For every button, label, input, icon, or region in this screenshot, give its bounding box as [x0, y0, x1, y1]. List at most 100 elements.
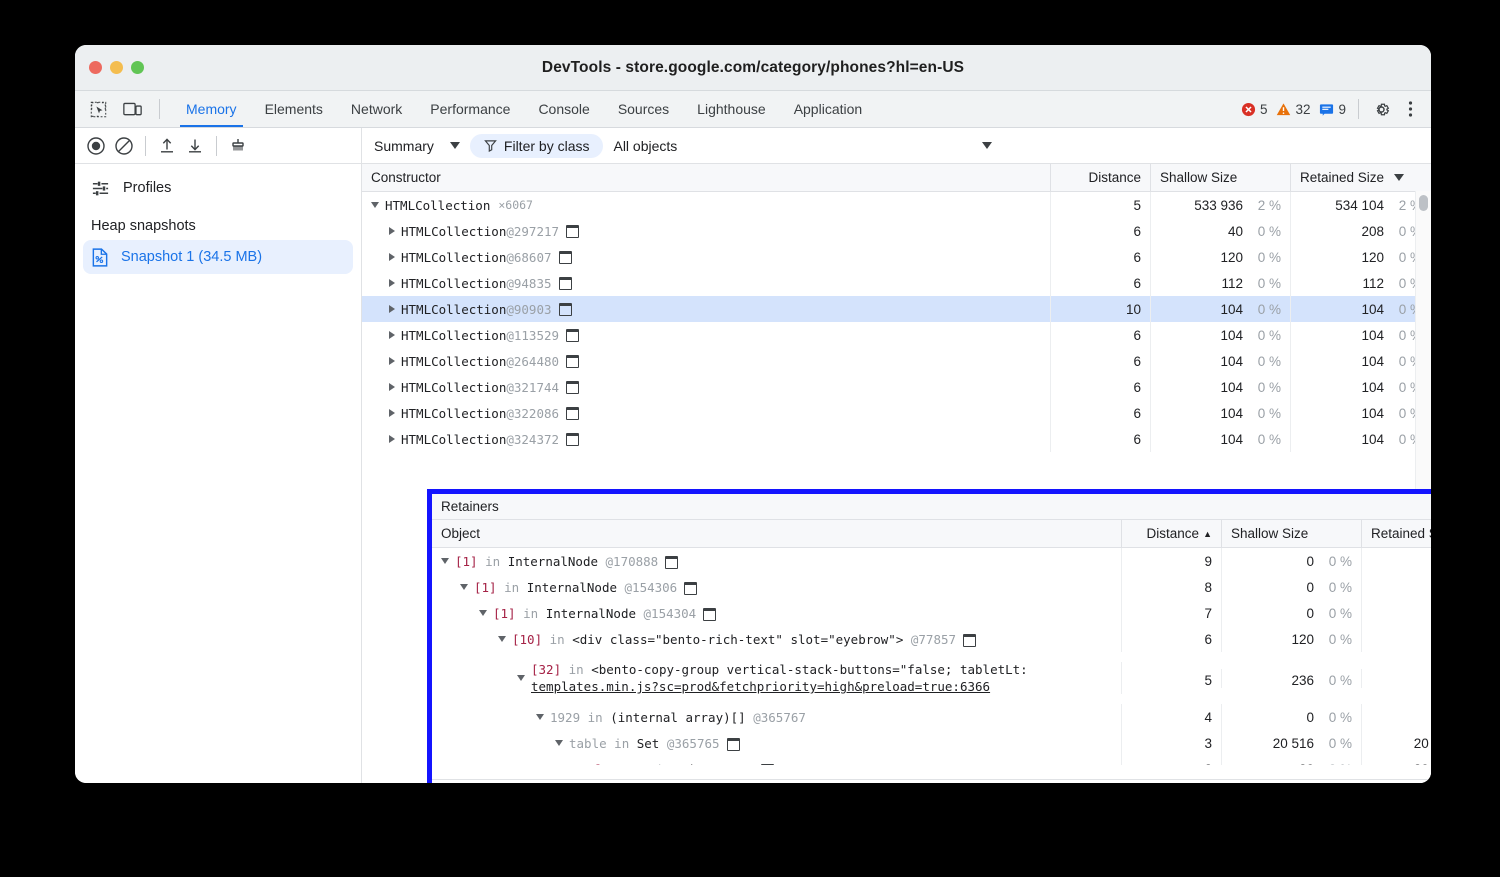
column-header-retained-size[interactable]: Retained Size	[1291, 164, 1431, 191]
tab-sources[interactable]: Sources	[604, 91, 683, 127]
more-vertical-icon[interactable]	[1397, 96, 1423, 122]
triangle-down-icon[interactable]	[498, 636, 506, 642]
distance-cell: 5	[1051, 192, 1151, 218]
triangle-down-icon[interactable]	[479, 610, 487, 616]
value: 0	[1306, 606, 1314, 621]
table-row[interactable]: HTMLCollection @2972176400 %2080 %	[362, 218, 1431, 244]
value: 0	[1306, 554, 1314, 569]
value: 208	[1361, 224, 1384, 239]
message-badge[interactable]: 9	[1316, 102, 1349, 117]
view-select[interactable]: Summary	[374, 138, 460, 154]
triangle-right-icon[interactable]	[389, 331, 395, 339]
window-badge-icon	[566, 381, 579, 394]
value: 104	[1361, 380, 1384, 395]
triangle-right-icon[interactable]	[389, 227, 395, 235]
objects-select-chevron-down-icon[interactable]	[982, 142, 992, 149]
constructors-scroll-thumb[interactable]	[1419, 195, 1428, 211]
percent: 0 %	[1253, 354, 1281, 369]
triangle-right-icon[interactable]	[389, 435, 395, 443]
column-header-retained-size-label: Retained Size	[1300, 170, 1384, 185]
retainer-distance-cell: 6	[1122, 626, 1222, 652]
table-row[interactable]: HTMLCollection @9483561120 %1120 %	[362, 270, 1431, 296]
retainer-row[interactable]: [1] in InternalNode @170888900 %1040 %	[432, 548, 1431, 574]
triangle-right-icon[interactable]	[389, 409, 395, 417]
table-row[interactable]: HTMLCollection @26448061040 %1040 %	[362, 348, 1431, 374]
triangle-right-icon[interactable]	[389, 279, 395, 287]
triangle-down-icon[interactable]	[441, 558, 449, 564]
chevron-down-icon	[450, 142, 460, 149]
clear-icon[interactable]	[111, 133, 137, 159]
triangle-down-icon[interactable]	[517, 675, 525, 681]
retainer-row[interactable]: elements in Bd @2443172200 %20 7320 %	[432, 756, 1431, 765]
value: 120	[1291, 632, 1314, 647]
source-link[interactable]: templates.min.js?sc=prod&fetchpriority=h…	[531, 679, 1028, 694]
collect-garbage-icon[interactable]	[225, 133, 251, 159]
device-toolbar-icon[interactable]	[119, 96, 145, 122]
constructor-label: HTMLCollection	[401, 380, 506, 395]
tab-application[interactable]: Application	[780, 91, 877, 127]
column-header-distance[interactable]: Distance	[1051, 164, 1151, 191]
retainer-row[interactable]: 1929 in (internal array)[] @365767400 %0…	[432, 704, 1431, 730]
column-header-shallow-size[interactable]: Shallow Size	[1151, 164, 1291, 191]
percent: 0 %	[1324, 710, 1352, 725]
column-header-ret-retained-size[interactable]: Retained Size	[1362, 520, 1431, 547]
shallow-size-cell: 1040 %	[1151, 296, 1291, 322]
table-row[interactable]: HTMLCollection @32174461040 %1040 %	[362, 374, 1431, 400]
retainer-name-wrap: [1] in InternalNode @170888	[455, 554, 678, 569]
window-badge-icon	[727, 738, 740, 751]
objects-select-value[interactable]: All objects	[613, 138, 677, 154]
tab-network[interactable]: Network	[337, 91, 416, 127]
upload-icon[interactable]	[154, 133, 180, 159]
triangle-down-icon[interactable]	[555, 740, 563, 746]
column-header-object[interactable]: Object	[432, 520, 1122, 547]
triangle-down-icon[interactable]	[460, 584, 468, 590]
sidebar-item-profiles[interactable]: Profiles	[75, 172, 361, 204]
retained-size-cell: 1040 %	[1291, 426, 1431, 452]
retainers-rows[interactable]: [1] in InternalNode @170888900 %1040 %[1…	[432, 548, 1431, 765]
tab-elements[interactable]: Elements	[251, 91, 337, 127]
tab-console[interactable]: Console	[524, 91, 603, 127]
tabbar-tools	[75, 91, 166, 127]
constructor-label: HTMLCollection	[385, 198, 490, 213]
record-icon[interactable]	[83, 133, 109, 159]
triangle-right-icon[interactable]	[389, 305, 395, 313]
sidebar-item-snapshot-1[interactable]: Snapshot 1 (34.5 MB)	[83, 240, 353, 274]
retainer-row[interactable]: [10] in <div class="bento-rich-text" slo…	[432, 626, 1431, 652]
warning-badge[interactable]: 32	[1273, 102, 1313, 117]
retainer-distance-cell: 7	[1122, 600, 1222, 626]
download-icon[interactable]	[182, 133, 208, 159]
retainer-name-wrap: [10] in <div class="bento-rich-text" slo…	[512, 632, 976, 647]
retainer-distance-cell: 5	[1122, 669, 1222, 688]
value: 533 936	[1194, 198, 1243, 213]
filter-by-class-button[interactable]: Filter by class	[470, 134, 604, 158]
table-row[interactable]: HTMLCollection @90903101040 %1040 %	[362, 296, 1431, 322]
column-header-ret-shallow-size[interactable]: Shallow Size	[1222, 520, 1362, 547]
gear-icon[interactable]	[1368, 96, 1394, 122]
percent: 0 %	[1253, 380, 1281, 395]
value: 20 732	[1414, 762, 1431, 766]
column-header-constructor[interactable]: Constructor	[362, 164, 1051, 191]
inspect-element-icon[interactable]	[85, 96, 111, 122]
triangle-right-icon[interactable]	[389, 357, 395, 365]
table-row[interactable]: HTMLCollection @11352961040 %1040 %	[362, 322, 1431, 348]
retainer-distance-cell: 3	[1122, 730, 1222, 756]
retainer-row[interactable]: [1] in InternalNode @154306800 %1040 %	[432, 574, 1431, 600]
retainer-row[interactable]: [32] in <bento-copy-group vertical-stack…	[432, 652, 1431, 704]
triangle-down-icon[interactable]	[536, 714, 544, 720]
table-row[interactable]: HTMLCollection @6860761200 %1200 %	[362, 244, 1431, 270]
tab-performance[interactable]: Performance	[416, 91, 524, 127]
column-header-ret-distance[interactable]: Distance ▲	[1122, 520, 1222, 547]
error-badge[interactable]: 5	[1238, 102, 1271, 117]
table-row[interactable]: HTMLCollection @32208661040 %1040 %	[362, 400, 1431, 426]
retainer-row[interactable]: [1] in InternalNode @154304700 %1040 %	[432, 600, 1431, 626]
tab-memory[interactable]: Memory	[172, 91, 251, 127]
retainer-row[interactable]: table in Set @365765320 5160 %20 5160 %	[432, 730, 1431, 756]
triangle-right-icon[interactable]	[389, 253, 395, 261]
triangle-down-icon[interactable]	[371, 202, 379, 208]
warning-icon	[1276, 102, 1291, 117]
table-row[interactable]: HTMLCollection @32437261040 %1040 %	[362, 426, 1431, 452]
tab-lighthouse[interactable]: Lighthouse	[683, 91, 780, 127]
triangle-right-icon[interactable]	[389, 383, 395, 391]
table-row[interactable]: HTMLCollection×60675533 9362 %534 1042 %	[362, 192, 1431, 218]
retainer-distance-cell: 4	[1122, 704, 1222, 730]
